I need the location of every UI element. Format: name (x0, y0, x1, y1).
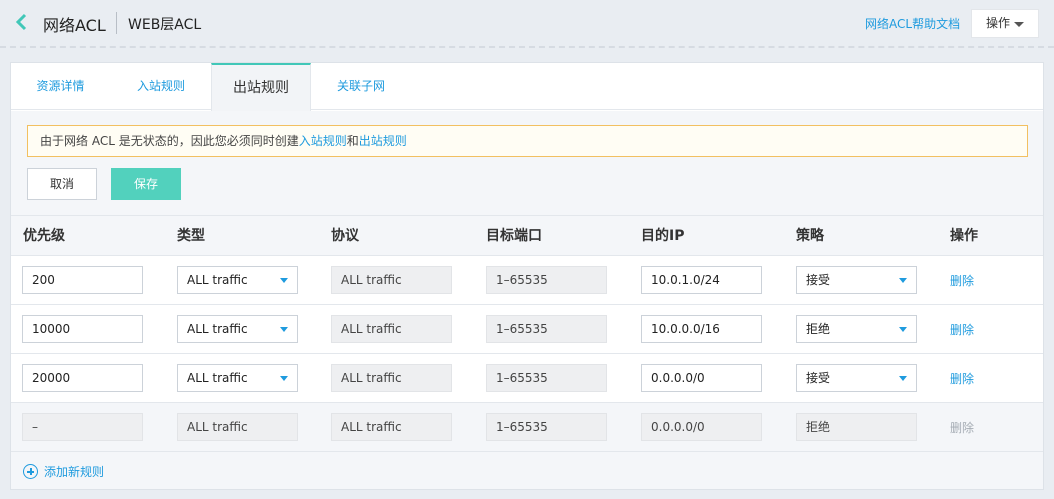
table-row-default: – ALL traffic ALL traffic 1–65535 0.0.0.… (11, 403, 1043, 452)
protocol-field: ALL traffic (331, 266, 452, 294)
table-row: ALL traffic ALL traffic 1–65535 拒绝 删除 (11, 305, 1043, 354)
save-button[interactable]: 保存 (111, 168, 181, 200)
type-field: ALL traffic (177, 413, 298, 441)
page-subtitle: WEB层ACL (128, 17, 202, 33)
type-select[interactable]: ALL traffic (177, 315, 298, 343)
cancel-button[interactable]: 取消 (27, 168, 97, 200)
stateless-notice: 由于网络 ACL 是无状态的，因此您必须同时创建入站规则和出站规则 (27, 125, 1028, 157)
help-doc-link[interactable]: 网络ACL帮助文档 (865, 15, 960, 32)
policy-select[interactable]: 接受 (796, 364, 917, 392)
priority-field: – (22, 413, 143, 441)
caret-down-icon (899, 376, 907, 381)
tab-resource-details[interactable]: 资源详情 (11, 63, 110, 110)
type-select-value: ALL traffic (187, 371, 248, 385)
protocol-field: ALL traffic (331, 364, 452, 392)
operations-dropdown-button[interactable]: 操作 (971, 9, 1039, 38)
tab-associated-subnets[interactable]: 关联子网 (311, 63, 411, 110)
delete-link[interactable]: 删除 (950, 272, 974, 289)
type-select-value: ALL traffic (187, 273, 248, 287)
destination-ip-input[interactable] (641, 315, 762, 343)
policy-select-value: 接受 (806, 273, 831, 287)
main-panel: 资源详情 入站规则 出站规则 关联子网 由于网络 ACL 是无状态的，因此您必须… (10, 62, 1044, 490)
notice-text: 由于网络 ACL 是无状态的，因此您必须同时创建 (40, 134, 299, 148)
tab-bar: 资源详情 入站规则 出站规则 关联子网 (11, 63, 1043, 111)
add-rule-button[interactable]: 添加新规则 (23, 463, 104, 481)
page-title: 网络ACL (43, 16, 106, 35)
port-field: 1–65535 (486, 266, 607, 294)
inbound-rules-link[interactable]: 入站规则 (299, 134, 347, 148)
policy-select-value: 拒绝 (806, 322, 831, 336)
header-target-port: 目标端口 (486, 228, 542, 244)
priority-input[interactable] (22, 266, 143, 294)
priority-input[interactable] (22, 364, 143, 392)
port-field: 1–65535 (486, 315, 607, 343)
tab-inbound-rules[interactable]: 入站规则 (111, 63, 211, 110)
top-bar: 网络ACL WEB层ACL 网络ACL帮助文档 操作 (0, 0, 1054, 48)
header-type: 类型 (177, 228, 205, 244)
caret-down-icon (280, 327, 288, 332)
caret-down-icon (1014, 22, 1024, 27)
destination-ip-input[interactable] (641, 266, 762, 294)
protocol-field: ALL traffic (331, 413, 452, 441)
operations-label: 操作 (986, 16, 1011, 30)
add-rule-label: 添加新规则 (44, 465, 105, 479)
caret-down-icon (280, 278, 288, 283)
outbound-rules-content: 由于网络 ACL 是无状态的，因此您必须同时创建入站规则和出站规则 取消 保存 … (11, 111, 1043, 489)
destination-ip-input[interactable] (641, 364, 762, 392)
type-select[interactable]: ALL traffic (177, 364, 298, 392)
caret-down-icon (899, 278, 907, 283)
delete-link[interactable]: 删除 (950, 370, 974, 387)
destination-ip-field: 0.0.0.0/0 (641, 413, 762, 441)
type-select[interactable]: ALL traffic (177, 266, 298, 294)
header-operation: 操作 (950, 228, 978, 244)
priority-input[interactable] (22, 315, 143, 343)
notice-and: 和 (346, 134, 359, 148)
policy-field: 拒绝 (796, 413, 917, 441)
title-divider (116, 12, 117, 34)
plus-circle-icon (23, 464, 38, 479)
type-select-value: ALL traffic (187, 322, 248, 336)
port-field: 1–65535 (486, 364, 607, 392)
caret-down-icon (899, 327, 907, 332)
port-field: 1–65535 (486, 413, 607, 441)
table-header: 优先级 类型 协议 目标端口 目的IP 策略 操作 (11, 215, 1043, 256)
header-priority: 优先级 (23, 228, 65, 244)
policy-select-value: 接受 (806, 371, 831, 385)
outbound-rules-link[interactable]: 出站规则 (359, 134, 407, 148)
table-row: ALL traffic ALL traffic 1–65535 接受 删除 (11, 256, 1043, 305)
delete-link-disabled: 删除 (950, 421, 975, 435)
protocol-field: ALL traffic (331, 315, 452, 343)
header-protocol: 协议 (331, 228, 359, 244)
caret-down-icon (280, 376, 288, 381)
tab-outbound-rules[interactable]: 出站规则 (211, 63, 311, 111)
back-chevron-icon[interactable] (14, 12, 30, 32)
policy-select[interactable]: 拒绝 (796, 315, 917, 343)
delete-link[interactable]: 删除 (950, 321, 974, 338)
table-row: ALL traffic ALL traffic 1–65535 接受 删除 (11, 354, 1043, 403)
header-policy: 策略 (796, 228, 824, 244)
policy-select[interactable]: 接受 (796, 266, 917, 294)
header-destination-ip: 目的IP (641, 228, 685, 244)
